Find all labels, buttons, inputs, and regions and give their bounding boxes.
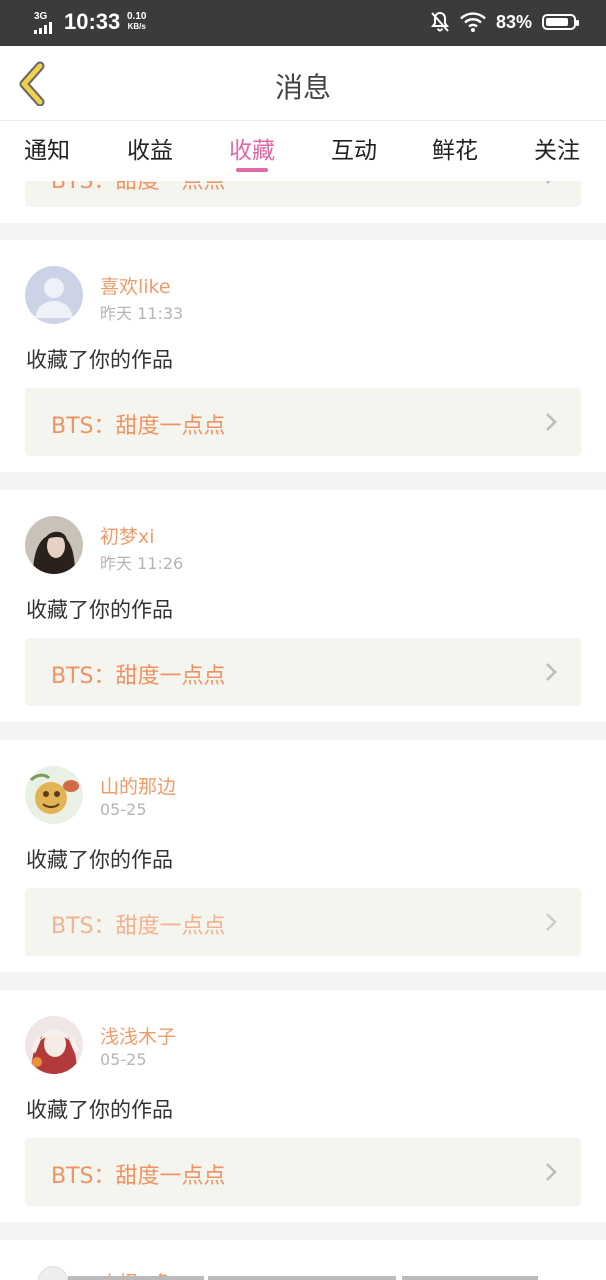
tab-notifications[interactable]: 通知 — [24, 131, 70, 165]
active-tab-indicator — [236, 168, 268, 172]
avatar[interactable] — [25, 516, 83, 574]
tab-follows[interactable]: 关注 — [534, 131, 580, 165]
message-card: 浅浅木子 05-25 收藏了你的作品 BTS：甜度一点点 — [0, 990, 606, 1222]
tab-flowers[interactable]: 鲜花 — [432, 131, 478, 165]
chevron-right-icon — [546, 413, 557, 431]
work-link[interactable]: BTS：甜度一点点 — [25, 1138, 581, 1206]
message-card: 初梦xi 昨天 11:26 收藏了你的作品 BTS：甜度一点点 — [0, 490, 606, 722]
status-bar: 3G 10:33 0.10 KB/s 83% — [0, 0, 606, 46]
chevron-right-icon — [546, 663, 557, 681]
mute-bell-icon — [430, 11, 449, 32]
action-text: 收藏了你的作品 — [26, 348, 173, 372]
battery-level — [546, 18, 568, 26]
username[interactable]: 浅浅木子 — [100, 1022, 176, 1049]
message-card-partial: BTS：甜度一点点 — [0, 181, 606, 223]
message-card: 喜欢like 昨天 11:33 收藏了你的作品 BTS：甜度一点点 — [0, 240, 606, 472]
action-text: 收藏了你的作品 — [26, 848, 173, 872]
tab-earnings[interactable]: 收益 — [127, 131, 173, 165]
tab-bar: 通知 收益 收藏 互动 鲜花 关注 — [0, 121, 606, 181]
avatar[interactable] — [38, 1266, 68, 1280]
avatar[interactable] — [25, 1016, 83, 1074]
battery-percent: 83% — [495, 11, 532, 32]
work-title: BTS：甜度一点点 — [51, 664, 226, 689]
work-title: BTS：甜度一点点 — [51, 414, 226, 439]
anime-character-icon — [25, 1016, 83, 1074]
work-title: BTS：甜度一点点 — [51, 1164, 226, 1189]
username[interactable]: 山的那边 — [100, 772, 176, 799]
speed-unit: KB/s — [127, 22, 146, 31]
work-link[interactable]: BTS：甜度一点点 — [25, 388, 581, 456]
clock: 10:33 — [64, 9, 121, 34]
divider — [208, 1276, 396, 1280]
message-card: 山的那边 05-25 收藏了你的作品 BTS：甜度一点点 — [0, 740, 606, 972]
network-speed: 0.10 KB/s — [127, 12, 146, 32]
chevron-right-icon — [546, 1163, 557, 1181]
network-type: 3G — [34, 11, 48, 22]
portrait-photo-icon — [25, 516, 83, 574]
speed-value: 0.10 — [127, 11, 147, 22]
username[interactable]: 初梦xi — [100, 522, 155, 549]
tab-favorites[interactable]: 收藏 — [229, 131, 275, 165]
action-text: 收藏了你的作品 — [26, 598, 173, 622]
wifi-icon — [460, 12, 486, 32]
divider — [402, 1276, 538, 1280]
work-link[interactable]: BTS：甜度一点点 — [25, 888, 581, 956]
cartoon-character-icon — [25, 766, 83, 824]
avatar[interactable] — [25, 266, 83, 324]
work-link[interactable]: BTS：甜度一点点 — [25, 181, 581, 207]
username[interactable]: 喜欢like — [100, 272, 171, 299]
divider — [68, 1276, 204, 1280]
timestamp: 05-25 — [100, 1050, 147, 1069]
header: 消息 — [0, 46, 606, 121]
timestamp: 05-25 — [100, 800, 147, 819]
timestamp: 昨天 11:26 — [100, 554, 184, 573]
action-text: 收藏了你的作品 — [26, 1098, 173, 1122]
work-title: BTS：甜度一点点 — [51, 181, 226, 194]
avatar[interactable] — [25, 766, 83, 824]
default-user-icon — [25, 266, 83, 324]
chevron-right-icon — [546, 181, 551, 184]
page-title: 消息 — [274, 71, 331, 104]
tab-interactions[interactable]: 互动 — [331, 131, 377, 165]
work-title: BTS：甜度一点点 — [51, 914, 226, 939]
message-card-partial: 小怪=鱼 — [0, 1240, 606, 1280]
timestamp: 昨天 11:33 — [100, 304, 184, 323]
work-link[interactable]: BTS：甜度一点点 — [25, 638, 581, 706]
signal-icon — [34, 22, 60, 34]
chevron-right-icon — [546, 913, 557, 931]
battery-icon — [542, 14, 579, 30]
